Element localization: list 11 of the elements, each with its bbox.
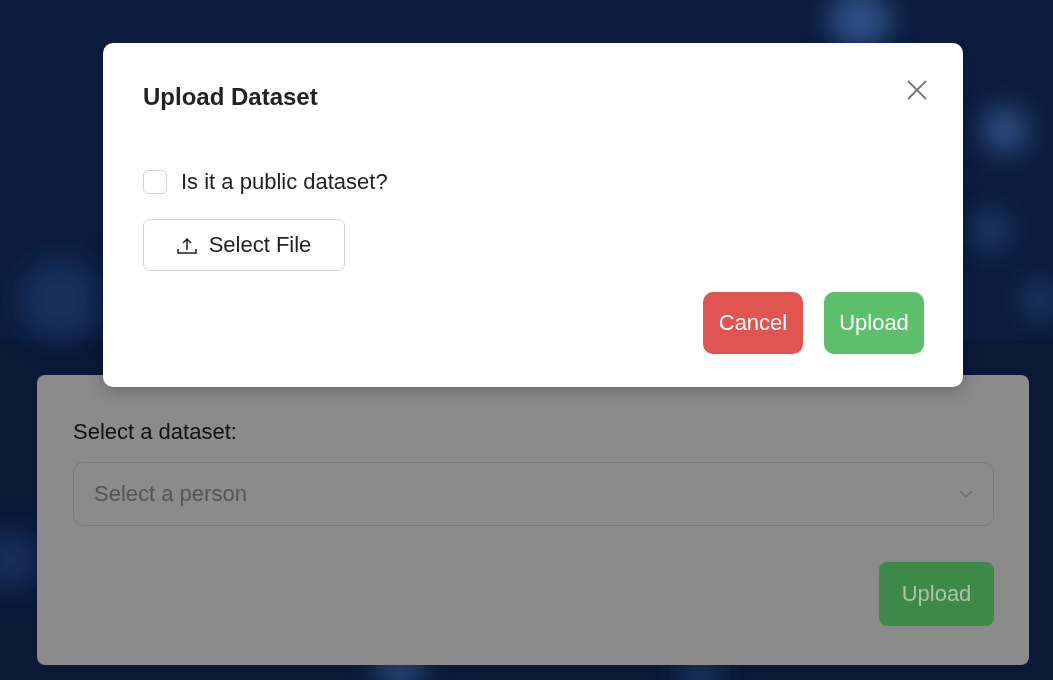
cancel-button[interactable]: Cancel: [703, 292, 803, 354]
close-icon[interactable]: [907, 80, 927, 100]
upload-button[interactable]: Upload: [824, 292, 924, 354]
checkbox-label: Is it a public dataset?: [181, 169, 388, 195]
upload-button[interactable]: Upload: [879, 562, 994, 626]
field-label: Select a dataset:: [73, 419, 237, 445]
select-file-button[interactable]: Select File: [143, 219, 345, 271]
dialog-title: Upload Dataset: [143, 83, 318, 111]
checkbox[interactable]: [143, 170, 167, 194]
upload-icon: [176, 236, 197, 254]
chevron-down-icon: [959, 489, 973, 499]
